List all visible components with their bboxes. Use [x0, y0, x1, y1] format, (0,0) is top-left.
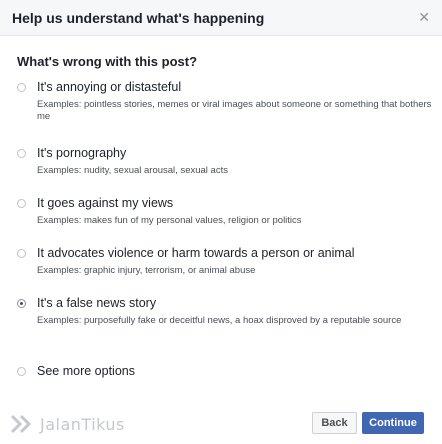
option-violence[interactable]: It advocates violence or harm towards a … [17, 246, 432, 282]
option-description: Examples: pointless stories, memes or vi… [37, 99, 432, 122]
continue-button[interactable]: Continue [362, 412, 424, 434]
option-against-views[interactable]: It goes against my views Examples: makes… [17, 196, 432, 232]
option-description: Examples: nudity, sexual arousal, sexual… [37, 165, 228, 176]
chevron-logo-icon [10, 414, 32, 434]
dialog-title: Help us understand what's happening [12, 10, 265, 26]
option-title: It's a false news story [37, 296, 157, 310]
back-button[interactable]: Back [312, 412, 357, 434]
question-heading: What's wrong with this post? [17, 54, 198, 69]
radio-button[interactable] [17, 367, 26, 376]
option-title: It goes against my views [37, 196, 174, 210]
option-title: See more options [37, 364, 135, 378]
dialog-header: Help us understand what's happening ✕ [0, 0, 442, 36]
option-description: Examples: graphic injury, terrorism, or … [37, 265, 256, 276]
option-title: It advocates violence or harm towards a … [37, 246, 355, 260]
radio-button[interactable] [17, 249, 26, 258]
option-annoying[interactable]: It's annoying or distasteful Examples: p… [17, 80, 432, 132]
radio-button-selected[interactable] [17, 299, 26, 308]
option-title: It's pornography [37, 146, 127, 160]
option-see-more[interactable]: See more options [17, 364, 432, 382]
radio-button[interactable] [17, 199, 26, 208]
watermark-text: JalanTikus [40, 414, 125, 434]
option-pornography[interactable]: It's pornography Examples: nudity, sexua… [17, 146, 432, 182]
option-title: It's annoying or distasteful [37, 80, 182, 94]
option-description: Examples: makes fun of my personal value… [37, 215, 302, 226]
option-false-news[interactable]: It's a false news story Examples: purpos… [17, 296, 432, 348]
radio-button[interactable] [17, 83, 26, 92]
watermark-logo: JalanTikus [10, 412, 125, 436]
radio-button[interactable] [17, 149, 26, 158]
close-icon[interactable]: ✕ [418, 9, 430, 25]
option-description: Examples: purposefully fake or deceitful… [37, 315, 402, 326]
report-dialog: Help us understand what's happening ✕ Wh… [0, 0, 442, 444]
